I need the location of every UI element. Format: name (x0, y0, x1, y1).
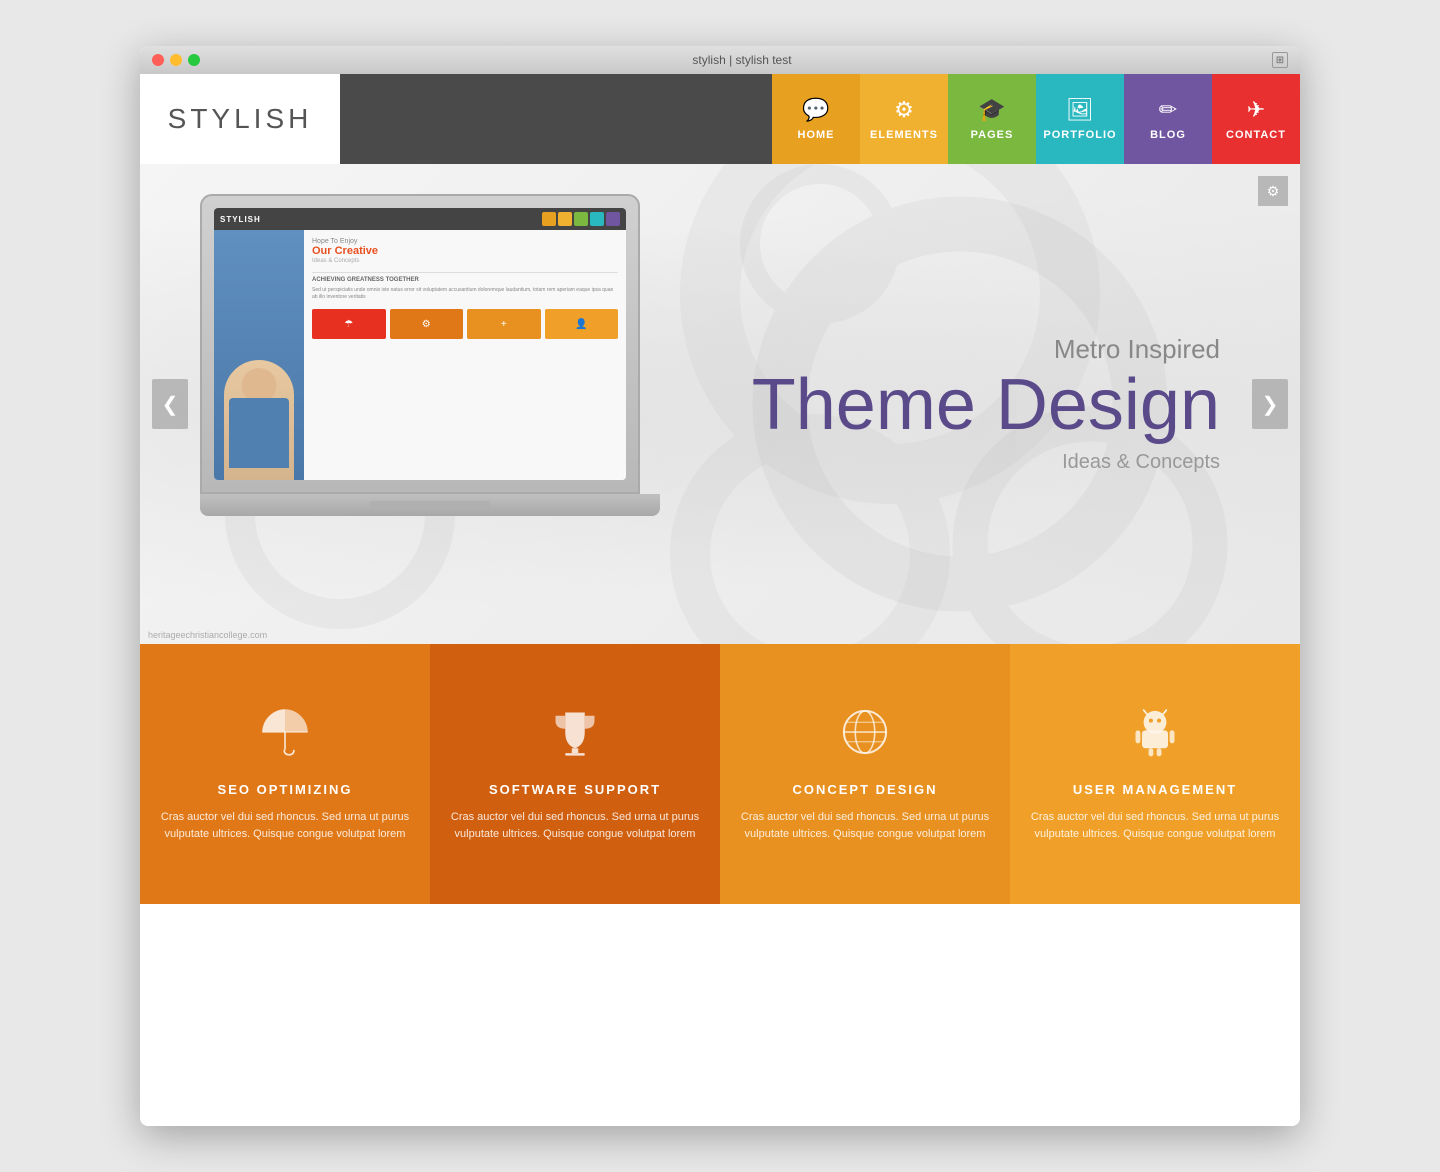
title-bar: stylish | stylish test ⊞ (140, 46, 1300, 74)
laptop-screen-content: Hope To Enjoy Our Creative Ideas & Conce… (304, 230, 626, 480)
close-button[interactable] (152, 54, 164, 66)
site-logo: STYLISH (168, 103, 313, 135)
ls-dot-1 (542, 212, 556, 226)
laptop-notch (370, 501, 490, 509)
contact-label: CONTACT (1226, 129, 1286, 141)
ls-desc: Sed ut perspiciatis unde omnis iste natu… (312, 287, 618, 301)
pages-icon: 🎓 (978, 97, 1005, 123)
seo-title: SEO OPTIMIZING (218, 782, 353, 797)
home-label: HOME (798, 129, 835, 141)
slider-next-button[interactable]: ❯ (1252, 379, 1288, 429)
ls-subtitle-small: Ideas & Concepts (312, 258, 618, 264)
slider-settings-button[interactable]: ⚙ (1258, 176, 1288, 206)
slider-prev-button[interactable]: ❮ (152, 379, 188, 429)
laptop-base (200, 494, 660, 516)
traffic-lights (152, 54, 200, 66)
trophy-icon (549, 706, 601, 758)
elements-icon: ⚙ (894, 97, 914, 123)
feature-block-concept: CONCEPT DESIGN Cras auctor vel dui sed r… (720, 644, 1010, 904)
ls-card-2: ⚙ (390, 309, 464, 339)
software-text: Cras auctor vel dui sed rhoncus. Sed urn… (450, 809, 700, 842)
ls-dot-4 (590, 212, 604, 226)
feature-blocks: SEO OPTIMIZING Cras auctor vel dui sed r… (140, 644, 1300, 904)
portfolio-icon: 🖼 (1066, 97, 1094, 123)
laptop-screen-nav (542, 212, 620, 226)
laptop-screen-inner: STYLISH (214, 208, 626, 480)
portfolio-label: PORTFOLIO (1043, 129, 1116, 141)
ls-cards: ☂ ⚙ + 👤 (312, 309, 618, 339)
laptop-screen: STYLISH (214, 208, 626, 480)
user-icon (1129, 706, 1181, 770)
hero-text-block: Metro Inspired Theme Design Ideas & Conc… (752, 334, 1220, 474)
pages-label: PAGES (971, 129, 1014, 141)
mac-window: stylish | stylish test ⊞ STYLISH 💬 HOME … (140, 46, 1300, 1126)
ls-dot-2 (558, 212, 572, 226)
home-icon: 💬 (802, 97, 829, 123)
hero-subtitle: Metro Inspired (752, 334, 1220, 365)
ls-card-4: 👤 (545, 309, 619, 339)
seo-text: Cras auctor vel dui sed rhoncus. Sed urn… (160, 809, 410, 842)
nav-item-blog[interactable]: ✏ BLOG (1124, 74, 1212, 164)
expand-icon: ⊞ (1276, 55, 1284, 66)
window-title: stylish | stylish test (212, 53, 1272, 67)
concept-icon (839, 706, 891, 770)
software-icon (549, 706, 601, 770)
feature-block-seo: SEO OPTIMIZING Cras auctor vel dui sed r… (140, 644, 430, 904)
laptop-outer: STYLISH (200, 194, 640, 494)
contact-icon: ✈ (1247, 97, 1265, 123)
ls-card-1: ☂ (312, 309, 386, 339)
ls-big-text: Our Creative (312, 245, 618, 258)
feature-block-user: USER MANAGEMENT Cras auctor vel dui sed … (1010, 644, 1300, 904)
laptop-mockup: STYLISH (200, 194, 660, 614)
elements-label: ELEMENTS (870, 129, 938, 141)
logo-area: STYLISH (140, 74, 340, 164)
settings-icon: ⚙ (1267, 183, 1280, 200)
maximize-button[interactable] (188, 54, 200, 66)
nav-item-contact[interactable]: ✈ CONTACT (1212, 74, 1300, 164)
person-shape (224, 360, 294, 480)
watermark: heritageechristiancollege.com (148, 630, 267, 640)
user-text: Cras auctor vel dui sed rhoncus. Sed urn… (1030, 809, 1280, 842)
nav-item-portfolio[interactable]: 🖼 PORTFOLIO (1036, 74, 1124, 164)
software-title: SOFTWARE SUPPORT (489, 782, 661, 797)
seo-icon (259, 706, 311, 770)
hero-title: Theme Design (752, 369, 1220, 441)
android-icon (1129, 706, 1181, 758)
user-title: USER MANAGEMENT (1073, 782, 1237, 797)
ls-card-3: + (467, 309, 541, 339)
umbrella-icon (259, 706, 311, 758)
blog-icon: ✏ (1159, 97, 1177, 123)
nav-item-pages[interactable]: 🎓 PAGES (948, 74, 1036, 164)
ls-dot-5 (606, 212, 620, 226)
blog-label: BLOG (1150, 129, 1186, 141)
ls-title-small: Hope To Enjoy (312, 238, 618, 245)
nav-item-elements[interactable]: ⚙ ELEMENTS (860, 74, 948, 164)
laptop-screen-body: Hope To Enjoy Our Creative Ideas & Conce… (214, 230, 626, 480)
concept-text: Cras auctor vel dui sed rhoncus. Sed urn… (740, 809, 990, 842)
hero-slider: ❮ ❯ ⚙ STYLISH (140, 164, 1300, 644)
laptop-screen-logo: STYLISH (220, 215, 261, 224)
main-nav: 💬 HOME ⚙ ELEMENTS 🎓 PAGES 🖼 PORTFOLIO ✏ (340, 74, 1300, 164)
globe-icon (839, 706, 891, 758)
website-content: STYLISH 💬 HOME ⚙ ELEMENTS 🎓 PAGES 🖼 PORT (140, 74, 1300, 1126)
laptop-screen-person (214, 230, 304, 480)
expand-button[interactable]: ⊞ (1272, 52, 1288, 68)
ls-divider-label: ACHIEVING GREATNESS TOGETHER (312, 277, 618, 283)
concept-title: CONCEPT DESIGN (792, 782, 937, 797)
ls-divider (312, 272, 618, 273)
feature-block-software: SOFTWARE SUPPORT Cras auctor vel dui sed… (430, 644, 720, 904)
ls-dot-3 (574, 212, 588, 226)
minimize-button[interactable] (170, 54, 182, 66)
nav-item-home[interactable]: 💬 HOME (772, 74, 860, 164)
hero-description: Ideas & Concepts (752, 451, 1220, 474)
site-header: STYLISH 💬 HOME ⚙ ELEMENTS 🎓 PAGES 🖼 PORT (140, 74, 1300, 164)
laptop-screen-header: STYLISH (214, 208, 626, 230)
